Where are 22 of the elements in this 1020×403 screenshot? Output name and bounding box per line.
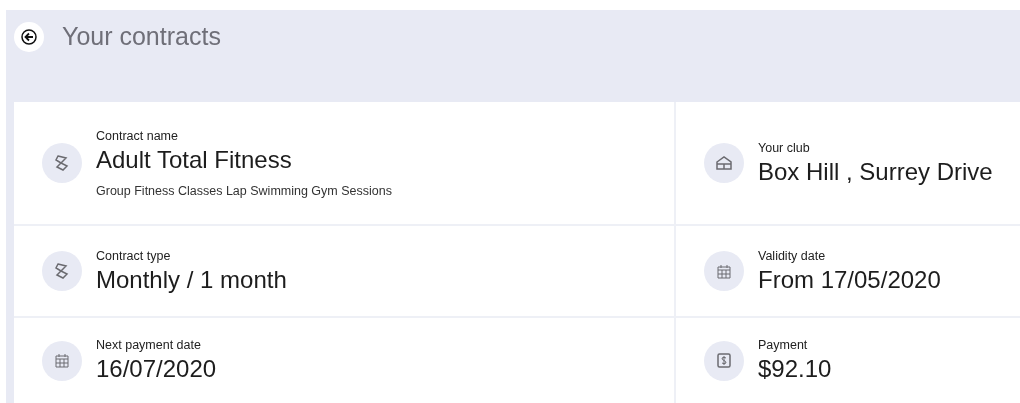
home-icon (716, 156, 732, 170)
back-arrow-icon (21, 29, 37, 45)
field-label: Next payment date (96, 338, 202, 352)
ticket-icon (55, 155, 69, 171)
field-value: Monthly / 1 month (96, 265, 287, 294)
calendar-icon (55, 353, 69, 368)
field-value: Box Hill , Surrey Drive (758, 157, 993, 186)
ticket-icon (55, 263, 69, 279)
field-label: Payment (758, 338, 809, 352)
field-value: From 17/05/2020 (758, 265, 941, 294)
back-button[interactable] (14, 22, 44, 52)
page-title: Your contracts (62, 22, 221, 50)
field-value: $92.10 (758, 355, 832, 383)
field-value: 16/07/2020 (96, 355, 217, 383)
field-label: Your club (758, 140, 811, 155)
field-label: Contract name (96, 128, 179, 143)
field-note: Group Fitness Classes Lap Swimming Gym Sessions (96, 183, 392, 198)
field-label: Validity date (758, 248, 827, 263)
field-label: Contract type (96, 248, 172, 263)
dollar-icon (717, 353, 731, 368)
field-value: Adult Total Fitness (96, 145, 293, 174)
calendar-icon (717, 263, 731, 279)
